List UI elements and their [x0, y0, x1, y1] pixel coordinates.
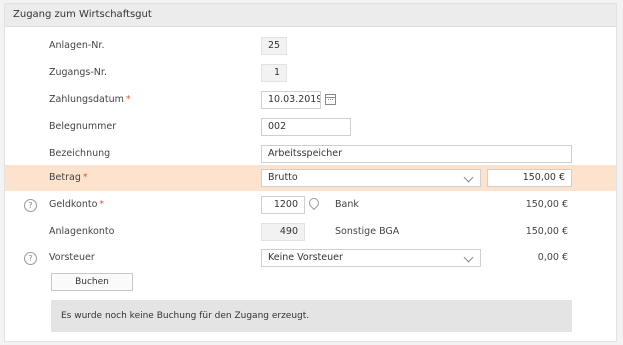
row-betrag: Betrag * Brutto 150,00 €	[5, 165, 616, 191]
belegnummer-input[interactable]: 002	[261, 118, 351, 136]
geldkonto-amount: 150,00 €	[525, 199, 568, 210]
row-vorsteuer: ? Vorsteuer Keine Vorsteuer 0,00 €	[5, 247, 616, 269]
anlagenkonto-name: Sonstige BGA	[335, 226, 400, 237]
zahlungsdatum-label: Zahlungsdatum *	[49, 94, 131, 105]
vorsteuer-amount: 0,00 €	[537, 252, 568, 263]
row-zahlungsdatum: Zahlungsdatum * 10.03.2019	[5, 89, 616, 111]
row-bezeichnung: Bezeichnung Arbeitsspeicher	[5, 143, 616, 165]
betrag-label: Betrag *	[49, 172, 88, 183]
belegnummer-label: Belegnummer	[49, 121, 117, 132]
vorsteuer-select[interactable]: Keine Vorsteuer	[261, 249, 481, 267]
vorsteuer-value: Keine Vorsteuer	[268, 252, 343, 263]
geldkonto-label: Geldkonto *	[49, 199, 105, 210]
help-icon[interactable]: ?	[24, 199, 37, 212]
anlagen-nr-field: 25	[261, 37, 287, 55]
buchen-button[interactable]: Buchen	[51, 273, 133, 291]
betrag-type-select[interactable]: Brutto	[261, 169, 481, 187]
row-anlagen-nr: Anlagen-Nr. 25	[5, 35, 616, 57]
row-geldkonto: ? Geldkonto * 1200 Bank 150,00 €	[5, 194, 616, 216]
geldkonto-name: Bank	[335, 199, 359, 210]
calendar-icon[interactable]	[325, 94, 336, 105]
betrag-type-value: Brutto	[268, 172, 298, 183]
betrag-amount-input[interactable]: 150,00 €	[487, 169, 572, 187]
anlagenkonto-field: 490	[261, 223, 305, 241]
row-anlagenkonto: Anlagenkonto 490 Sonstige BGA 150,00 €	[5, 221, 616, 243]
chevron-down-icon	[463, 252, 474, 263]
anlagenkonto-label: Anlagenkonto	[49, 226, 115, 237]
zugangs-nr-label: Zugangs-Nr.	[49, 67, 107, 78]
account-lookup-icon[interactable]	[306, 195, 322, 211]
bezeichnung-input[interactable]: Arbeitsspeicher	[261, 145, 572, 163]
row-zugangs-nr: Zugangs-Nr. 1	[5, 62, 616, 84]
anlagen-nr-label: Anlagen-Nr.	[49, 40, 105, 51]
help-icon[interactable]: ?	[24, 252, 37, 265]
row-belegnummer: Belegnummer 002	[5, 116, 616, 138]
panel-title: Zugang zum Wirtschaftsgut	[5, 4, 616, 27]
geldkonto-input[interactable]: 1200	[261, 196, 305, 214]
zugangs-nr-field: 1	[261, 64, 287, 82]
chevron-down-icon	[463, 172, 474, 183]
bezeichnung-label: Bezeichnung	[49, 148, 111, 159]
zahlungsdatum-input[interactable]: 10.03.2019	[261, 91, 321, 109]
vorsteuer-label: Vorsteuer	[49, 252, 95, 263]
anlagenkonto-amount: 150,00 €	[525, 226, 568, 237]
zugang-panel: Zugang zum Wirtschaftsgut Anlagen-Nr. 25…	[4, 3, 617, 342]
status-message: Es wurde noch keine Buchung für den Zuga…	[51, 300, 572, 332]
